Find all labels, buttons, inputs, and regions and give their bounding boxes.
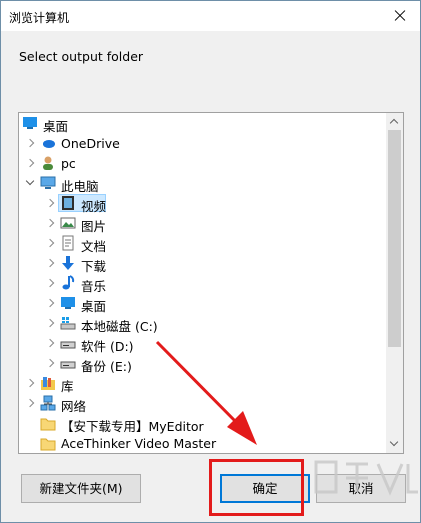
watermark-logo [314, 460, 418, 496]
browse-folder-dialog: 浏览计算机 Select output folder 桌面 OneDrive pc 此… [0, 0, 421, 523]
annotation-arrow [155, 340, 257, 445]
